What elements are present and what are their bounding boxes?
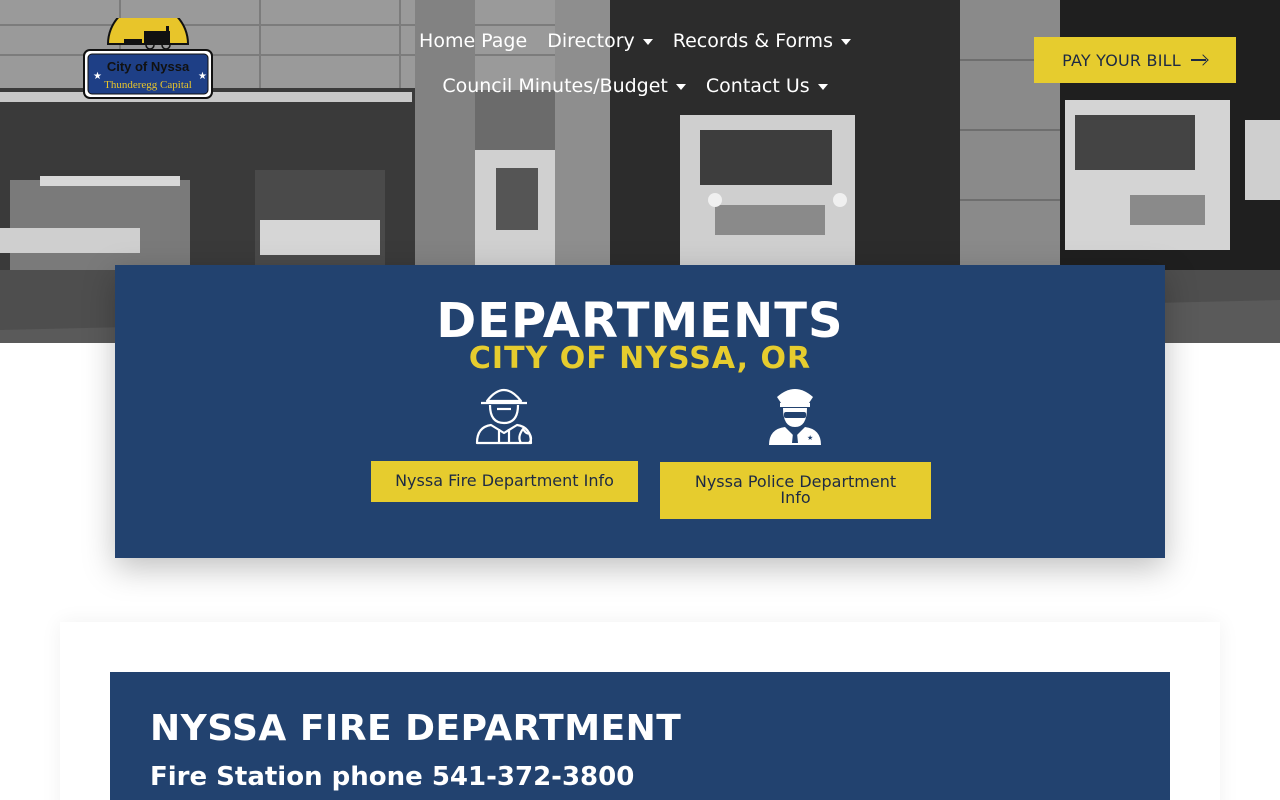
nav-label: Records & Forms	[672, 29, 833, 52]
nav-item-council-minutes-budget[interactable]: Council Minutes/Budget	[442, 75, 686, 97]
fire-department-info-button[interactable]: Nyssa Fire Department Info	[371, 461, 638, 502]
fire-station-phone: Fire Station phone 541-372-3800	[150, 762, 635, 792]
nav-item-home-page[interactable]: Home Page	[419, 30, 527, 52]
arrow-right-icon	[1190, 55, 1208, 65]
nav-item-records-forms[interactable]: Records & Forms	[673, 30, 851, 52]
caret-down-icon	[642, 38, 653, 45]
fire-department-panel: NYSSA FIRE DEPARTMENT Fire Station phone…	[110, 672, 1170, 800]
nav-item-contact-us[interactable]: Contact Us	[706, 75, 828, 97]
police-department-info-button[interactable]: Nyssa Police Department Info	[660, 462, 931, 519]
nav-label: Council Minutes/Budget	[442, 74, 668, 97]
svg-text:★: ★	[93, 71, 102, 82]
nav-label: Contact Us	[705, 74, 810, 97]
logo-title: City of Nyssa	[107, 59, 190, 74]
nav-row-1: Home Page Directory Records & Forms	[395, 18, 875, 63]
main-navigation: Home Page Directory Records & Forms Coun…	[395, 18, 875, 108]
svg-text:★: ★	[198, 71, 207, 82]
nav-row-2: Council Minutes/Budget Contact Us	[395, 63, 875, 108]
departments-card: DEPARTMENTS CITY OF NYSSA, OR ★ Nyssa Fi…	[115, 265, 1165, 558]
firefighter-icon	[475, 388, 533, 445]
caret-down-icon	[675, 83, 686, 90]
nav-label: Home Page	[419, 29, 528, 52]
caret-down-icon	[817, 83, 828, 90]
fire-department-heading: NYSSA FIRE DEPARTMENT	[150, 708, 682, 749]
page-subtitle: CITY OF NYSSA, OR	[468, 341, 812, 376]
nav-label: Directory	[547, 29, 635, 52]
nav-item-directory[interactable]: Directory	[547, 30, 653, 52]
pay-your-bill-button[interactable]: PAY YOUR BILL	[1034, 37, 1236, 83]
city-logo[interactable]: City of Nyssa Thunderegg Capital ★ ★	[82, 18, 214, 100]
pay-button-label: PAY YOUR BILL	[1062, 50, 1181, 70]
svg-text:★: ★	[807, 434, 813, 442]
police-officer-icon: ★	[769, 389, 821, 445]
logo-tagline: Thunderegg Capital	[104, 79, 192, 91]
caret-down-icon	[840, 38, 851, 45]
